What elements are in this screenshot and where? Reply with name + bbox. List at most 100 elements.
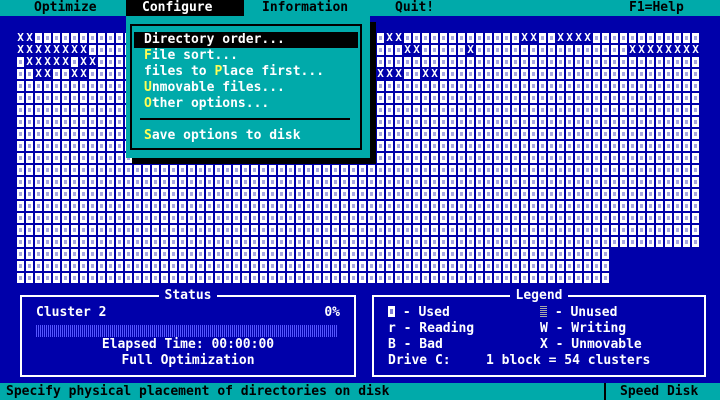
hotkey: U bbox=[144, 80, 152, 95]
used-block bbox=[133, 248, 142, 260]
menu-optimize[interactable]: Optimize bbox=[34, 0, 97, 16]
used-block bbox=[16, 80, 25, 92]
used-block bbox=[232, 188, 241, 200]
used-block bbox=[160, 224, 169, 236]
used-block bbox=[520, 272, 529, 284]
used-block bbox=[466, 176, 475, 188]
used-block bbox=[214, 176, 223, 188]
used-block bbox=[556, 176, 565, 188]
used-block bbox=[196, 224, 205, 236]
used-block bbox=[682, 116, 691, 128]
used-block bbox=[52, 248, 61, 260]
used-block bbox=[223, 200, 232, 212]
used-block bbox=[583, 236, 592, 248]
used-block bbox=[457, 104, 466, 116]
used-block bbox=[655, 188, 664, 200]
used-block bbox=[457, 140, 466, 152]
used-block bbox=[601, 68, 610, 80]
used-block bbox=[493, 116, 502, 128]
used-block bbox=[448, 236, 457, 248]
used-block bbox=[538, 68, 547, 80]
used-block bbox=[682, 164, 691, 176]
used-block bbox=[106, 188, 115, 200]
used-block bbox=[574, 116, 583, 128]
used-block bbox=[250, 224, 259, 236]
used-block bbox=[466, 152, 475, 164]
used-block bbox=[502, 128, 511, 140]
used-block bbox=[457, 200, 466, 212]
menu-item-save-options[interactable]: Save options to disk bbox=[134, 128, 358, 144]
menu-item-other-options[interactable]: Other options... bbox=[134, 96, 358, 112]
used-block bbox=[439, 272, 448, 284]
menu-item-file-sort[interactable]: File sort... bbox=[134, 48, 358, 64]
used-block bbox=[268, 224, 277, 236]
used-block bbox=[151, 164, 160, 176]
used-block bbox=[511, 80, 520, 92]
used-block bbox=[340, 272, 349, 284]
used-block bbox=[178, 212, 187, 224]
used-block bbox=[484, 248, 493, 260]
used-block bbox=[25, 164, 34, 176]
used-block bbox=[61, 212, 70, 224]
used-block bbox=[286, 188, 295, 200]
used-block bbox=[538, 176, 547, 188]
used-block bbox=[646, 152, 655, 164]
menu-information[interactable]: Information bbox=[262, 0, 348, 16]
used-block bbox=[376, 80, 385, 92]
used-block bbox=[16, 236, 25, 248]
used-block bbox=[196, 188, 205, 200]
used-block bbox=[583, 224, 592, 236]
used-block bbox=[538, 32, 547, 44]
used-block bbox=[349, 260, 358, 272]
item-label: lace first... bbox=[222, 64, 325, 79]
menu-item-directory-order[interactable]: Directory order... bbox=[134, 32, 358, 48]
legend-used: - Used bbox=[388, 305, 450, 321]
used-block bbox=[619, 260, 628, 272]
legend-unmovable: X - Unmovable bbox=[540, 337, 642, 352]
used-block bbox=[466, 92, 475, 104]
used-block bbox=[448, 104, 457, 116]
used-block bbox=[619, 248, 628, 260]
used-block bbox=[466, 248, 475, 260]
used-block bbox=[376, 212, 385, 224]
used-block bbox=[511, 140, 520, 152]
used-block bbox=[340, 188, 349, 200]
used-block bbox=[394, 44, 403, 56]
used-block bbox=[250, 260, 259, 272]
used-block bbox=[592, 200, 601, 212]
used-block bbox=[79, 260, 88, 272]
used-block bbox=[637, 272, 646, 284]
menu-item-files-to-place-first[interactable]: files to Place first... bbox=[134, 64, 358, 80]
used-block bbox=[169, 176, 178, 188]
used-block bbox=[520, 128, 529, 140]
used-block bbox=[457, 80, 466, 92]
help-hint[interactable]: F1=Help bbox=[629, 0, 684, 16]
unmovable-block bbox=[394, 32, 403, 44]
used-block-icon bbox=[388, 306, 395, 317]
used-block bbox=[16, 200, 25, 212]
unmovable-block bbox=[70, 68, 79, 80]
menu-quit[interactable]: Quit! bbox=[395, 0, 434, 16]
used-block bbox=[340, 200, 349, 212]
used-block bbox=[394, 92, 403, 104]
used-block bbox=[529, 236, 538, 248]
used-block bbox=[241, 248, 250, 260]
used-block bbox=[520, 68, 529, 80]
used-block bbox=[403, 188, 412, 200]
used-block bbox=[187, 200, 196, 212]
used-block bbox=[25, 104, 34, 116]
menu-item-unmovable-files[interactable]: Unmovable files... bbox=[134, 80, 358, 96]
used-block bbox=[439, 128, 448, 140]
used-block bbox=[88, 92, 97, 104]
used-block bbox=[475, 56, 484, 68]
used-block bbox=[61, 80, 70, 92]
used-block bbox=[466, 140, 475, 152]
used-block bbox=[43, 188, 52, 200]
used-block bbox=[259, 248, 268, 260]
used-block bbox=[520, 164, 529, 176]
used-block bbox=[520, 236, 529, 248]
used-block bbox=[97, 104, 106, 116]
status-bar: Specify physical placement of directorie… bbox=[0, 383, 720, 400]
menu-configure[interactable]: Configure bbox=[126, 0, 244, 16]
used-block bbox=[88, 236, 97, 248]
